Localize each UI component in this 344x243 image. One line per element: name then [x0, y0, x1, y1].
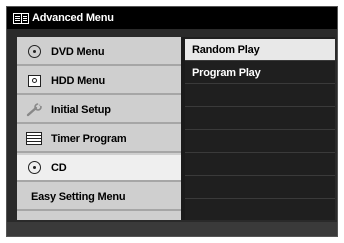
menu-item-label: CD [51, 161, 67, 174]
menu-item-label: Initial Setup [51, 103, 111, 116]
submenu-empty-row [185, 131, 335, 153]
status-bar [7, 222, 337, 236]
menu-window: Advanced Menu DVD Menu HDD Menu Initial … [6, 6, 338, 237]
submenu-item-label: Random Play [192, 43, 260, 56]
submenu-item-label: Program Play [192, 66, 261, 79]
menu-item-label: HDD Menu [51, 74, 106, 87]
book-icon [13, 12, 29, 24]
menu-item-easy-setting-menu[interactable]: Easy Setting Menu [17, 184, 181, 211]
menu-item-label: Timer Program [51, 132, 127, 145]
title-bar: Advanced Menu [7, 7, 337, 29]
submenu-empty-row [185, 108, 335, 130]
submenu-item-random-play[interactable]: Random Play [185, 39, 335, 61]
menu-item-initial-setup[interactable]: Initial Setup [17, 97, 181, 124]
menu-item-cd[interactable]: CD [17, 155, 181, 182]
menu-item-dvd-menu[interactable]: DVD Menu [17, 39, 181, 66]
menu-title: Advanced Menu [32, 12, 114, 24]
hdd-icon [25, 74, 43, 88]
menu-item-label: DVD Menu [51, 45, 105, 58]
submenu-item-program-play[interactable]: Program Play [185, 62, 335, 84]
main-menu-list: DVD Menu HDD Menu Initial Setup Timer Pr… [17, 37, 181, 220]
disc-icon [25, 45, 43, 59]
timer-icon [25, 132, 43, 146]
disc-icon [25, 161, 43, 175]
wrench-icon [25, 102, 43, 117]
menu-panel: DVD Menu HDD Menu Initial Setup Timer Pr… [17, 37, 335, 220]
submenu-empty-row [185, 154, 335, 176]
menu-item-hdd-menu[interactable]: HDD Menu [17, 68, 181, 95]
submenu-empty-row [185, 85, 335, 107]
submenu-empty-row [185, 177, 335, 199]
submenu-list: Random Play Program Play [185, 37, 335, 220]
menu-item-timer-program[interactable]: Timer Program [17, 126, 181, 153]
menu-item-label: Easy Setting Menu [31, 190, 126, 203]
